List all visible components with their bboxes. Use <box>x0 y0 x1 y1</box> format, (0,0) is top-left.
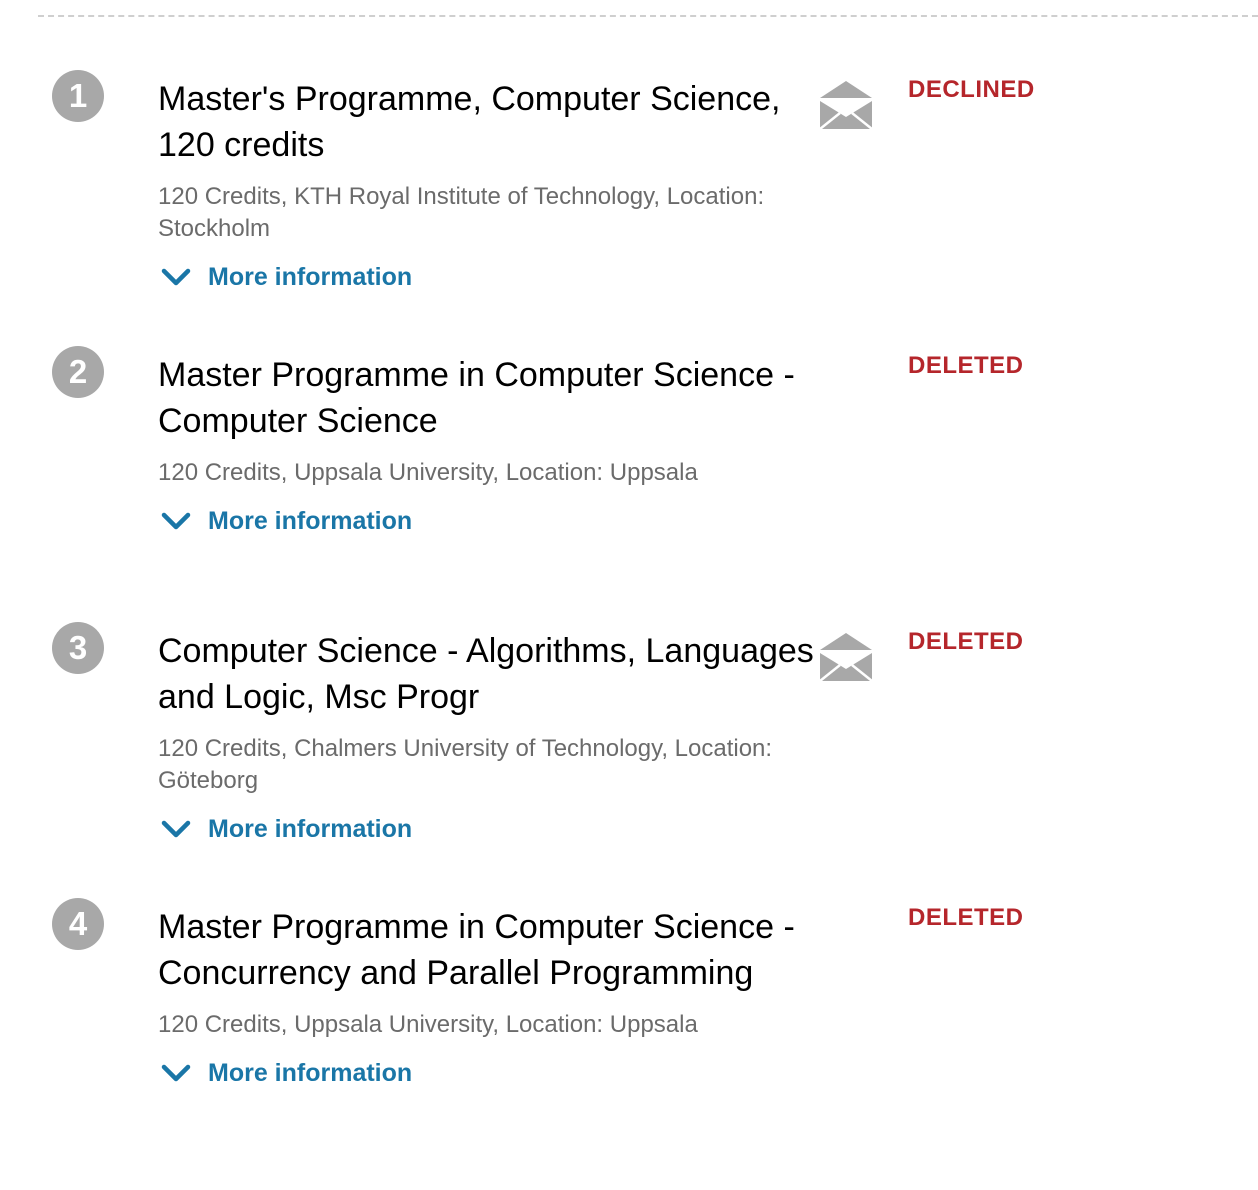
programme-details: 120 Credits, Uppsala University, Locatio… <box>158 459 698 486</box>
programme-title: Master Programme in Computer Science - C… <box>158 908 795 992</box>
section-divider <box>38 15 1258 17</box>
programme-details: 120 Credits, Uppsala University, Locatio… <box>158 1011 698 1038</box>
programme-details: 120 Credits, Chalmers University of Tech… <box>158 735 773 794</box>
programme-title: Computer Science - Algorithms, Languages… <box>158 632 814 716</box>
rank-badge: 2 <box>52 346 104 398</box>
programme-details: 120 Credits, KTH Royal Institute of Tech… <box>158 183 765 242</box>
more-information-toggle[interactable]: More information <box>158 504 412 538</box>
programme-title: Master's Programme, Computer Science, 12… <box>158 80 781 164</box>
more-information-toggle[interactable]: More information <box>158 1056 412 1090</box>
more-information-label: More information <box>208 506 413 535</box>
programme-title: Master Programme in Computer Science - C… <box>158 356 795 440</box>
more-information-label: More information <box>208 262 413 291</box>
chevron-down-icon <box>161 1064 191 1082</box>
status-label: DELETED <box>908 904 1024 931</box>
chevron-down-icon <box>161 820 191 838</box>
envelope-icon[interactable] <box>818 631 874 683</box>
more-information-toggle[interactable]: More information <box>158 260 412 294</box>
chevron-down-icon <box>161 512 191 530</box>
status-label: DELETED <box>908 352 1024 379</box>
rank-badge: 3 <box>52 622 104 674</box>
chevron-down-icon <box>161 268 191 286</box>
status-label: DECLINED <box>908 76 1035 103</box>
more-information-label: More information <box>208 814 413 843</box>
status-label: DELETED <box>908 628 1024 655</box>
rank-badge: 1 <box>52 70 104 122</box>
envelope-icon[interactable] <box>818 79 874 131</box>
rank-badge: 4 <box>52 898 104 950</box>
more-information-toggle[interactable]: More information <box>158 812 412 846</box>
more-information-label: More information <box>208 1058 413 1087</box>
